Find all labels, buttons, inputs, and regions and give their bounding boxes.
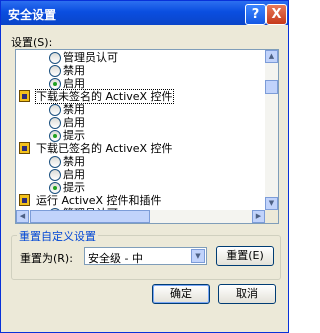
window-title: 安全设置 bbox=[8, 8, 57, 22]
security-level-select[interactable]: 安全级 - 中 ▼ bbox=[84, 247, 207, 265]
scroll-left-icon[interactable]: ◀ bbox=[16, 210, 29, 223]
setting-category-row: 下载未签名的 ActiveX 控件 bbox=[16, 89, 265, 104]
setting-category-row: 下载已签名的 ActiveX 控件 bbox=[16, 142, 265, 155]
chevron-down-icon[interactable]: ▼ bbox=[191, 249, 205, 263]
activex-setting-icon bbox=[19, 142, 30, 154]
activex-setting-icon bbox=[19, 194, 30, 206]
radio-unchecked-icon[interactable] bbox=[49, 104, 61, 116]
scrollbar-corner bbox=[265, 210, 278, 223]
security-settings-dialog: 安全设置 ? X 设置(S): 管理员认可 禁用 启用 下载未签名的 ActiveX … bbox=[0, 0, 289, 333]
option-label: 提示 bbox=[63, 181, 85, 194]
horizontal-scrollbar[interactable]: ◀ ▶ bbox=[16, 210, 265, 223]
option-label: 禁用 bbox=[63, 64, 85, 77]
radio-unchecked-icon[interactable] bbox=[49, 156, 61, 168]
radio-option-row[interactable]: 禁用 bbox=[16, 155, 265, 168]
radio-checked-icon[interactable] bbox=[49, 78, 61, 90]
selected-level: 安全级 - 中 bbox=[88, 252, 143, 265]
setting-category-row: 运行 ActiveX 控件和插件 bbox=[16, 194, 265, 207]
radio-option-row[interactable]: 管理员认可 bbox=[16, 51, 265, 64]
help-button[interactable]: ? bbox=[245, 4, 266, 25]
radio-option-row[interactable]: 禁用 bbox=[16, 103, 265, 116]
radio-option-row[interactable]: 启用 bbox=[16, 168, 265, 181]
radio-unchecked-icon[interactable] bbox=[49, 169, 61, 181]
settings-list[interactable]: 管理员认可 禁用 启用 下载未签名的 ActiveX 控件 禁用 启用 提示 下载已签名的 A… bbox=[15, 49, 279, 224]
close-icon: X bbox=[271, 7, 282, 22]
radio-unchecked-icon[interactable] bbox=[49, 65, 61, 77]
scroll-thumb[interactable] bbox=[265, 80, 278, 94]
scroll-down-icon[interactable]: ▼ bbox=[265, 197, 278, 210]
option-label: 禁用 bbox=[63, 103, 85, 116]
ok-button[interactable]: 确定 bbox=[152, 284, 210, 304]
radio-checked-icon[interactable] bbox=[49, 182, 61, 194]
horizontal-scroll-thumb[interactable] bbox=[30, 210, 150, 223]
category-label: 下载未签名的 ActiveX 控件 bbox=[35, 89, 174, 104]
cancel-button[interactable]: 取消 bbox=[218, 284, 276, 304]
reset-custom-settings-group: 重置自定义设置 重置为(R): 安全级 - 中 ▼ 重置(E) bbox=[11, 228, 281, 280]
option-label: 提示 bbox=[63, 129, 85, 142]
radio-option-row[interactable]: 提示 bbox=[16, 181, 265, 194]
settings-label: 设置(S): bbox=[11, 36, 53, 49]
scroll-right-icon[interactable]: ▶ bbox=[252, 210, 265, 223]
reset-to-label: 重置为(R): bbox=[20, 252, 73, 265]
vertical-scrollbar[interactable]: ▲ ▼ bbox=[265, 50, 278, 210]
option-label: 禁用 bbox=[63, 155, 85, 168]
group-title: 重置自定义设置 bbox=[17, 228, 98, 244]
radio-option-row[interactable]: 禁用 bbox=[16, 64, 265, 77]
activex-setting-icon bbox=[19, 90, 30, 102]
radio-unchecked-icon[interactable] bbox=[49, 117, 61, 129]
help-icon: ? bbox=[251, 7, 260, 22]
title-bar: 安全设置 ? X bbox=[1, 1, 288, 25]
category-label: 运行 ActiveX 控件和插件 bbox=[36, 194, 162, 207]
radio-option-row[interactable]: 启用 bbox=[16, 116, 265, 129]
option-label: 启用 bbox=[63, 116, 85, 129]
radio-option-row[interactable]: 提示 bbox=[16, 129, 265, 142]
radio-unchecked-icon[interactable] bbox=[49, 52, 61, 64]
option-label: 启用 bbox=[63, 168, 85, 181]
close-button[interactable]: X bbox=[266, 4, 287, 25]
reset-button[interactable]: 重置(E) bbox=[216, 246, 274, 266]
radio-checked-icon[interactable] bbox=[49, 130, 61, 142]
option-label: 管理员认可 bbox=[63, 51, 118, 64]
option-label: 启用 bbox=[63, 77, 85, 90]
radio-option-row[interactable]: 启用 bbox=[16, 77, 265, 90]
scroll-up-icon[interactable]: ▲ bbox=[265, 50, 278, 63]
category-label: 下载已签名的 ActiveX 控件 bbox=[36, 142, 173, 155]
